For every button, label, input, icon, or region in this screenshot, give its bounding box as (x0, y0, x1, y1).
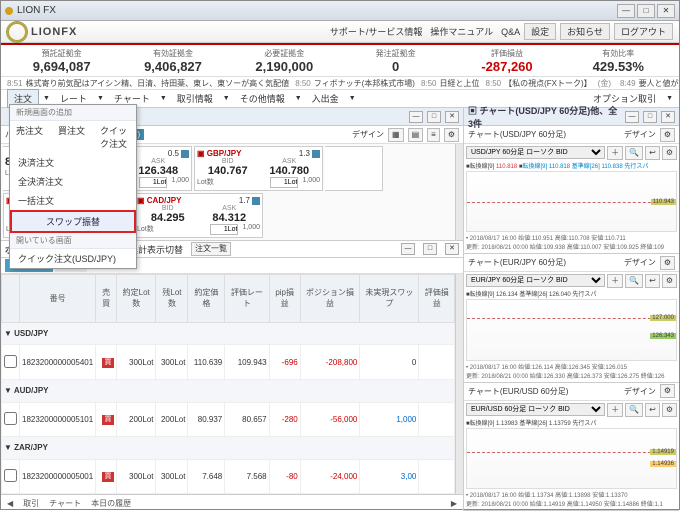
menu-swap-transfer[interactable]: スワップ振替 (10, 210, 136, 233)
link-support[interactable]: サポート/サービス情報 (330, 25, 423, 38)
aggregate-link[interactable]: 集計表示切替 (129, 243, 183, 256)
menu-funds[interactable]: 入出金 (306, 90, 345, 107)
app-icon (5, 7, 13, 15)
ws-tab-chart[interactable]: チャート (49, 498, 81, 509)
notices-button[interactable]: お知らせ (560, 23, 610, 40)
chart-panel-2: チャート(EUR/JPY 60分足)デザイン⚙ EUR/JPY 60分足 ローソ… (464, 254, 679, 382)
app-header: LIONFX サポート/サービス情報 操作マニュアル Q&A 設定 お知らせ ロ… (1, 21, 679, 43)
summary-label: 預託証拠金 (7, 48, 116, 59)
scrollbar[interactable] (455, 144, 463, 240)
menu-all-settle-order[interactable]: 全決済注文 (10, 172, 136, 191)
table-row[interactable]: 1823200000005101買200Lot200Lot80.93780.65… (2, 402, 455, 436)
grid2-icon[interactable]: ▦ (388, 128, 404, 142)
menu-buy-order[interactable]: 買注文 (52, 121, 94, 153)
grid4-icon[interactable]: ≡ (427, 128, 440, 142)
table-row[interactable]: 1823200000005401買300Lot300Lot110.639109.… (2, 345, 455, 379)
scrollbar[interactable] (455, 274, 463, 494)
table-row[interactable]: 1823200000005001買300Lot300Lot7.6487.568-… (2, 459, 455, 493)
link-manual[interactable]: 操作マニュアル (430, 25, 493, 38)
ws-tab-today[interactable]: 本日の履歴 (91, 498, 131, 509)
menu-quick-order[interactable]: クイック注文 (94, 121, 136, 153)
rate-card[interactable]: ▣ CAD/JPY1.7 BID84.295ASK84.312 Lot数1,00… (134, 193, 263, 238)
menu-other-info[interactable]: その他情報 (234, 90, 291, 107)
window-titlebar: LION FX — □ ✕ (1, 1, 679, 21)
maximize-button[interactable]: □ (637, 4, 655, 18)
positions-table: 番号売買 約定Lot数残Lot数約定価格 評価レートpip損益ポジション損益 未… (1, 274, 455, 494)
news-ticker: 8:51株式寄り前気配はアイシン精、日清、持田薬、東レ、東ソーが高く気配値 8:… (1, 76, 679, 90)
panel-close-icon[interactable]: ✕ (445, 111, 459, 123)
design-link[interactable]: デザイン (352, 129, 384, 140)
chart-canvas[interactable]: 110.943 (466, 171, 677, 232)
group-row[interactable]: ▼ USD/JPY (2, 322, 455, 345)
ws-tab-trade[interactable]: 取引 (23, 498, 39, 509)
summary-value: 9,694,087 (7, 59, 116, 74)
menu-trade-info[interactable]: 取引情報 (171, 90, 219, 107)
minimize-button[interactable]: — (617, 4, 635, 18)
gear-icon[interactable]: ⚙ (444, 128, 459, 142)
order-menu-dropdown: 新規画面の追加 売注文 買注文 クイック注文 決済注文 全決済注文 一括注文 ス… (9, 104, 137, 269)
expand-icon (181, 150, 189, 158)
account-summary: 預託証拠金9,694,087 有効証拠金9,406,827 必要証拠金2,190… (1, 45, 679, 74)
add-icon[interactable]: ＋ (607, 146, 623, 160)
panel-max-icon[interactable]: □ (427, 111, 441, 123)
gear-icon[interactable]: ⚙ (662, 146, 677, 160)
logout-button[interactable]: ログアウト (614, 23, 673, 40)
panel-min-icon[interactable]: — (409, 111, 423, 123)
menu-sell-order[interactable]: 売注文 (10, 121, 52, 153)
menu-bulk-order[interactable]: 一括注文 (10, 191, 136, 210)
order-list-button[interactable]: 注文一覧 (191, 242, 231, 256)
settings-button[interactable]: 設定 (524, 23, 556, 40)
panel-max-icon[interactable]: □ (423, 243, 437, 255)
zoom-icon[interactable]: 🔍 (625, 146, 643, 160)
window-title: LION FX (17, 5, 615, 16)
rate-card[interactable] (325, 146, 383, 191)
panel-close-icon[interactable]: ✕ (445, 243, 459, 255)
menu-open-quick-order[interactable]: クイック注文(USD/JPY) (10, 249, 136, 268)
chart-panel-1: チャート(USD/JPY 60分足)デザイン⚙ USD/JPY 60分足 ローソ… (464, 126, 679, 254)
panel-min-icon[interactable]: — (401, 243, 415, 255)
close-button[interactable]: ✕ (657, 4, 675, 18)
grid3-icon[interactable]: ▤ (408, 128, 424, 142)
charts-panel-header: ▣ チャート(USD/JPY 60分足)他、全3件 —□✕ (464, 108, 679, 126)
lot-input[interactable] (139, 177, 167, 188)
gear-icon[interactable]: ⚙ (660, 128, 675, 142)
brand-logo: LIONFX (7, 22, 322, 42)
link-qa[interactable]: Q&A (501, 27, 520, 37)
menu-settle-order[interactable]: 決済注文 (10, 153, 136, 172)
chart-panel-3: チャート(EUR/USD 60分足)デザイン⚙ EUR/USD 60分足 ローソ… (464, 383, 679, 511)
row-checkbox[interactable] (4, 355, 17, 368)
chart-pair-select[interactable]: USD/JPY 60分足 ローソク BID (466, 146, 605, 159)
rate-card[interactable]: ▣ GBP/JPY1.3 BID140.767ASK140.780 Lot数1,… (194, 146, 323, 191)
workspace-tabs: ◀ 取引 チャート 本日の履歴 ▶ (1, 494, 463, 511)
